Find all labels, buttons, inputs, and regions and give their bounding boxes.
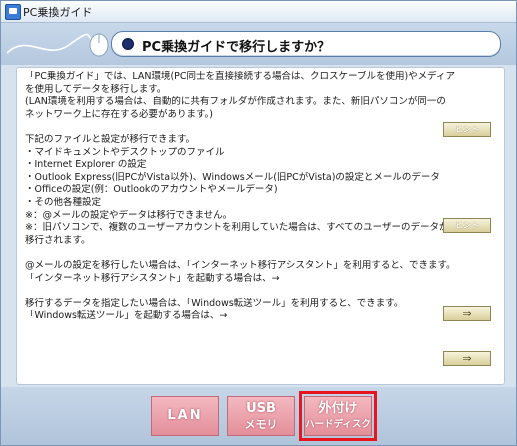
lan-button-label: LAN [167,408,203,423]
text-line: ・Officeの設定(例：Outlookのアカウントやメールデータ) [25,184,278,196]
arrow-right-icon: ⇒ [462,307,472,320]
hint-button-lan[interactable]: ヒント [443,122,491,137]
app-icon [5,4,21,20]
external-hdd-button-label-line2: ハードディスク [305,419,371,430]
hint-button-settings[interactable]: ヒント [443,218,491,233]
footer-bar: LAN USB メモリ 外付け ハードディスク [1,387,516,445]
text-line: 下記のファイルと設定が移行できます。 [25,133,196,145]
text-line: ・マイドキュメントやデスクトップのファイル [25,146,225,158]
text-line: 「Windows転送ツール」を起動する場合は、→ [25,310,228,322]
arrow-right-icon: ⇒ [462,352,472,365]
external-hdd-button[interactable]: 外付け ハードディスク [299,391,377,441]
bullet-icon [122,38,134,50]
mouse-cable-icon [7,33,109,57]
text-line: @メールの設定を移行したい場合は、「インターネット移行アシスタント」を利用すると… [25,259,456,271]
page-title: PC乗換ガイドで移行しますか？ [142,40,331,55]
description-text: 「PC乗換ガイド」では、LAN環境(PC同士を直接接続する場合は、クロスケーブル… [25,71,500,323]
text-line: 「PC乗換ガイド」では、LAN環境(PC同士を直接接続する場合は、クロスケーブル… [25,71,456,82]
launch-internet-assistant-button[interactable]: ⇒ [443,306,491,321]
usb-button-label-line2: メモリ [244,418,278,431]
text-line: 「インターネット移行アシスタント」を起動する場合は、→ [25,272,280,284]
text-line: ネットワーク上に存在する必要があります。) [25,108,214,120]
pc-transfer-guide-window: PC乗換ガイド PC乗換ガイドで移行しますか？ 「PC乗換ガイド」では、LAN環… [0,0,517,446]
text-line: 移行されます。 [25,234,91,246]
text-line: (LAN環境を利用する場合は、自動的に共有フォルダが作成されます。また、新旧パソ… [25,96,446,108]
text-line: ※：@メールの設定やデータは移行できません。 [25,209,233,221]
usb-button-label-line1: USB [246,401,276,416]
description-panel: 「PC乗換ガイド」では、LAN環境(PC同士を直接接続する場合は、クロスケーブル… [16,67,505,385]
text-line: ・Internet Explorer の設定 [25,159,147,171]
header-banner: PC乗換ガイドで移行しますか？ [1,23,516,65]
usb-memory-button[interactable]: USB メモリ [227,396,295,436]
text-line: 移行するデータを指定したい場合は、「Windows転送ツール」を利用すると、でき… [25,297,404,309]
title-bar[interactable]: PC乗換ガイド [1,1,516,23]
text-line: ・その他各種設定 [25,196,102,208]
window-title: PC乗換ガイド [23,6,93,19]
header-title-pill: PC乗換ガイドで移行しますか？ [111,31,501,57]
text-line: ・Outlook Express(旧PCがVista以外)、Windowsメール… [25,171,440,183]
lan-button[interactable]: LAN [151,396,219,436]
text-line: ※：旧パソコンで、複数のユーザーアカウントを利用していた場合は、すべてのユーザー… [25,222,449,234]
external-hdd-button-label-line1: 外付け [318,401,358,416]
text-line: を使用してデータを移行します。 [25,83,167,95]
launch-windows-transfer-button[interactable]: ⇒ [443,351,491,366]
